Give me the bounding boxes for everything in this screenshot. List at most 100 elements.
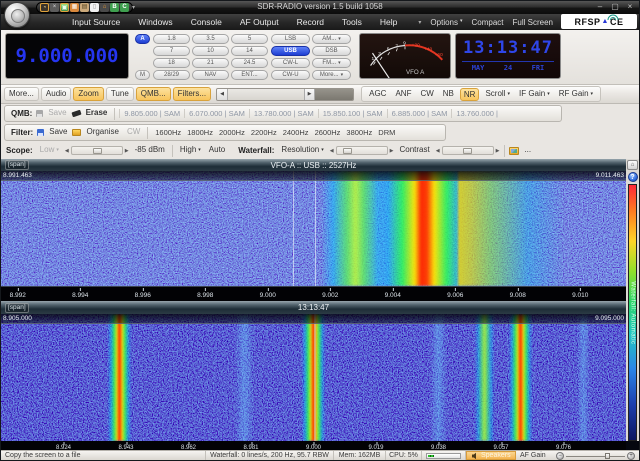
- full-screen-button[interactable]: Full Screen: [513, 18, 553, 27]
- dsp-button[interactable]: AGC: [366, 88, 389, 101]
- menu-item[interactable]: Input Source: [63, 17, 129, 27]
- qmb-memory-button[interactable]: 13.760.000 |: [451, 109, 502, 118]
- band-button[interactable]: NAV: [192, 70, 229, 80]
- filter-width-button[interactable]: 2400Hz: [280, 128, 312, 137]
- dsp-button[interactable]: NB: [440, 88, 457, 101]
- menu-item[interactable]: Console: [182, 17, 231, 27]
- af-gain-minus-button[interactable]: −: [556, 452, 564, 460]
- minimize-button[interactable]: –: [595, 1, 605, 13]
- af-gain-plus-button[interactable]: +: [627, 452, 635, 460]
- home-icon[interactable]: ⌂: [100, 3, 109, 12]
- customize-chevron-icon[interactable]: ▾: [418, 19, 421, 26]
- mode-button[interactable]: USB: [271, 46, 310, 56]
- filter-width-button[interactable]: 3800Hz: [343, 128, 375, 137]
- band-button[interactable]: 7: [153, 46, 190, 56]
- options-menu[interactable]: Options: [430, 18, 462, 27]
- toolbar-button[interactable]: Audio: [41, 87, 71, 101]
- filter-cw-button[interactable]: CW: [124, 126, 143, 139]
- qmb-memory-button[interactable]: 6.885.000 | SAM: [387, 109, 452, 118]
- qmb-memory-button[interactable]: 15.850.100 | SAM: [318, 109, 387, 118]
- band-button[interactable]: ENT...: [231, 70, 268, 80]
- mode-button[interactable]: FM...: [312, 58, 351, 68]
- dsp-button[interactable]: NR: [460, 88, 480, 101]
- filter-organise-button[interactable]: Organise: [83, 126, 121, 139]
- display-icon[interactable]: ▣: [60, 3, 69, 12]
- slider-left-icon[interactable]: ◀: [64, 148, 70, 154]
- toolbar-overflow-chevron-icon[interactable]: ▾: [132, 4, 135, 11]
- span-header-2[interactable]: [span] 13:13:47: [1, 301, 626, 314]
- speakers-button[interactable]: Speakers: [466, 451, 516, 460]
- qmb-erase-button[interactable]: Erase: [83, 107, 111, 120]
- slider-left-icon[interactable]: ◀: [329, 148, 335, 154]
- zoomed-frequency-scale[interactable]: 8.9928.9948.9968.9989.0009.0029.0049.006…: [1, 286, 626, 301]
- qmb-save-button[interactable]: Save: [45, 107, 69, 120]
- slider-right-icon[interactable]: ▶: [389, 148, 395, 154]
- band-button[interactable]: 5: [231, 34, 268, 44]
- application-menu-orb[interactable]: [4, 2, 30, 28]
- menu-item[interactable]: Tools: [333, 17, 371, 27]
- filter-width-button[interactable]: 1600Hz: [152, 128, 184, 137]
- menu-item[interactable]: Windows: [129, 17, 181, 27]
- mode-button[interactable]: LSB: [271, 34, 310, 44]
- toolbar-button[interactable]: Tune: [106, 87, 134, 101]
- band-button[interactable]: 24.5: [231, 58, 268, 68]
- calendar-icon[interactable]: ▦: [70, 3, 79, 12]
- compact-button[interactable]: Compact: [472, 18, 504, 27]
- receiver-b-icon[interactable]: B: [110, 3, 119, 12]
- frequency-display[interactable]: 9.000.000: [5, 33, 129, 79]
- vfo-a-button[interactable]: A: [135, 34, 150, 44]
- memory-button[interactable]: M: [135, 70, 150, 80]
- dsp-button[interactable]: CW: [417, 88, 436, 101]
- tuning-scrollbar[interactable]: ◀ ▶: [216, 88, 354, 101]
- filter-save-button[interactable]: Save: [46, 126, 70, 139]
- band-button[interactable]: 10: [192, 46, 229, 56]
- waterfall-resolution-dropdown[interactable]: Resolution: [278, 144, 326, 157]
- close-button[interactable]: ×: [625, 1, 635, 13]
- screenshot-icon[interactable]: [509, 147, 519, 155]
- slider-thumb[interactable]: [343, 148, 352, 154]
- menu-item[interactable]: Help: [371, 17, 406, 27]
- dsp-button[interactable]: Scroll: [482, 88, 513, 101]
- scope-low-dropdown[interactable]: Low: [37, 144, 62, 157]
- qmb-memory-button[interactable]: 13.780.000 | SAM: [249, 109, 318, 118]
- qmb-memory-button[interactable]: 9.805.000 | SAM: [119, 109, 184, 118]
- scope-auto-button[interactable]: Auto: [206, 144, 228, 157]
- af-gain-slider[interactable]: − +: [552, 451, 639, 460]
- screenshot-more-button[interactable]: ...: [521, 144, 534, 157]
- toolbar-button[interactable]: Filters...: [173, 87, 211, 101]
- band-button[interactable]: 1.8: [153, 34, 190, 44]
- timer-icon[interactable]: ◔: [40, 3, 49, 12]
- receiver-c-icon[interactable]: C: [120, 3, 129, 12]
- dsp-button[interactable]: IF Gain: [516, 88, 553, 101]
- mode-button[interactable]: AM...: [312, 34, 351, 44]
- toolbar-button[interactable]: QMB...: [136, 87, 171, 101]
- waterfall-resolution-slider[interactable]: ◀ ▶: [329, 146, 395, 155]
- mode-button[interactable]: CW-L: [271, 58, 310, 68]
- slider-thumb[interactable]: [93, 148, 102, 154]
- span-header-1[interactable]: [span] VFO-A :: USB :: 2527Hz: [1, 159, 626, 171]
- scope-low-slider[interactable]: ◀ ▶: [64, 146, 130, 155]
- filter-width-button[interactable]: DRM: [375, 128, 398, 137]
- af-gain-thumb[interactable]: [605, 453, 610, 459]
- band-button[interactable]: 3.5: [192, 34, 229, 44]
- contacts-icon[interactable]: ▤: [80, 3, 89, 12]
- tools-icon[interactable]: ×: [50, 3, 59, 12]
- toolbar-button[interactable]: Zoom: [73, 87, 103, 101]
- dsp-button[interactable]: RF Gain: [556, 88, 596, 101]
- scope-high-dropdown[interactable]: High: [177, 144, 204, 157]
- filter-width-button[interactable]: 2200Hz: [248, 128, 280, 137]
- mode-button[interactable]: DSB: [312, 46, 351, 56]
- dsp-button[interactable]: ANF: [392, 88, 414, 101]
- scroll-left-icon[interactable]: ◀: [217, 89, 228, 100]
- help-icon[interactable]: ?: [628, 172, 638, 182]
- slider-thumb[interactable]: [463, 148, 472, 154]
- waterfall-contrast-slider[interactable]: ◀ ▶: [435, 146, 501, 155]
- band-button[interactable]: 21: [192, 58, 229, 68]
- menu-item[interactable]: Record: [288, 17, 333, 27]
- full-span-waterfall[interactable]: 8.905.000 9.095.000: [1, 314, 626, 441]
- band-button[interactable]: 28/29: [153, 70, 190, 80]
- home-icon[interactable]: ⌂: [627, 160, 638, 170]
- slider-left-icon[interactable]: ◀: [435, 148, 441, 154]
- band-button[interactable]: 14: [231, 46, 268, 56]
- band-button[interactable]: 18: [153, 58, 190, 68]
